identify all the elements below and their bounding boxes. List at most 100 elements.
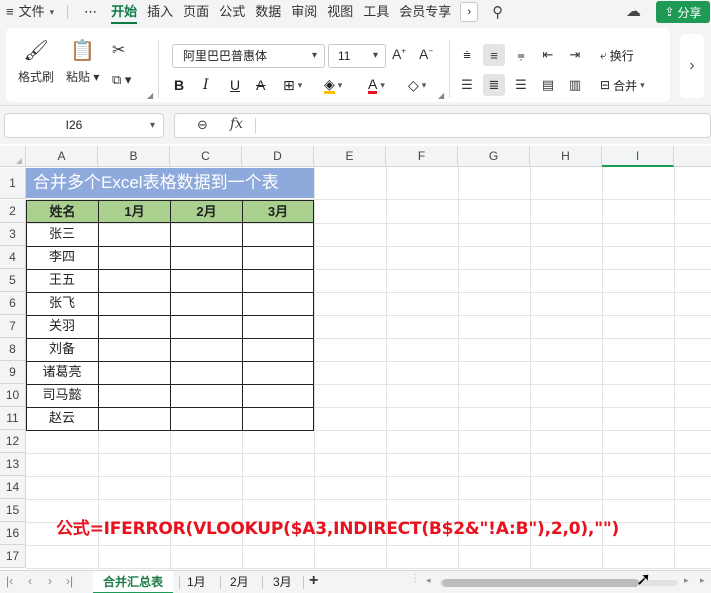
horizontal-scrollbar-thumb[interactable] <box>442 579 639 587</box>
row-header-7[interactable]: 7 <box>0 315 26 338</box>
sheet-tab-jan[interactable]: 1月 <box>177 571 216 593</box>
header-cell-jan[interactable]: 1月 <box>98 200 171 223</box>
clipboard-group-launcher-icon[interactable]: ◢ <box>147 91 153 100</box>
font-group-launcher-icon[interactable]: ◢ <box>438 91 444 100</box>
name-box[interactable]: I26 ▾ <box>4 113 164 138</box>
row-header-5[interactable]: 5 <box>0 269 26 292</box>
zoom-icon[interactable]: ⊖ <box>197 117 208 133</box>
font-name-select[interactable]: 阿里巴巴普惠体 ▾ <box>172 44 325 68</box>
last-sheet-icon[interactable]: ›| <box>66 574 73 588</box>
search-icon[interactable]: ⚲ <box>492 3 503 21</box>
tab-page[interactable]: 页面 <box>178 0 214 24</box>
tabs-more-button[interactable]: › <box>460 2 479 22</box>
align-left-icon[interactable]: ☰ <box>456 74 478 96</box>
sheet-tab-summary[interactable]: 合并汇总表 <box>93 571 174 593</box>
font-color-button[interactable]: A ▾ <box>368 74 385 96</box>
row-header-13[interactable]: 13 <box>0 453 26 476</box>
tab-tools[interactable]: 工具 <box>358 0 394 24</box>
file-menu[interactable]: ≡ 文件 ▾ <box>0 0 59 24</box>
name-cell[interactable]: 司马懿 <box>26 384 98 407</box>
decrease-indent-icon[interactable]: ⇤ <box>537 44 559 66</box>
tab-data[interactable]: 数据 <box>250 0 286 24</box>
row-header-14[interactable]: 14 <box>0 476 26 499</box>
select-all-button[interactable] <box>0 146 26 167</box>
prev-sheet-icon[interactable]: ‹ <box>28 574 32 588</box>
column-header-c[interactable]: C <box>170 146 242 167</box>
column-header-b[interactable]: B <box>98 146 170 167</box>
row-header-10[interactable]: 10 <box>0 384 26 407</box>
distributed-icon[interactable]: ▥ <box>564 74 586 96</box>
paste-button[interactable]: 📋 粘贴 ▾ <box>66 38 99 85</box>
decrease-font-icon[interactable]: A− <box>419 46 433 62</box>
row-header-12[interactable]: 12 <box>0 430 26 453</box>
italic-button[interactable]: I <box>203 74 209 96</box>
header-cell-feb[interactable]: 2月 <box>170 200 243 223</box>
row-header-6[interactable]: 6 <box>0 292 26 315</box>
align-middle-icon[interactable]: ≡ <box>483 44 505 66</box>
tab-member[interactable]: 会员专享 <box>394 0 456 24</box>
cloud-icon[interactable]: ☁ <box>626 2 641 20</box>
name-cell[interactable]: 王五 <box>26 269 98 292</box>
sheet-tab-mar[interactable]: 3月 <box>263 571 302 593</box>
wrap-text-button[interactable]: ⤶ 换行 <box>600 44 634 66</box>
function-icon[interactable]: fx <box>230 116 243 132</box>
row-header-9[interactable]: 9 <box>0 361 26 384</box>
fill-color-button[interactable]: ◈ ▾ <box>324 74 342 96</box>
name-cell[interactable]: 李四 <box>26 246 98 269</box>
next-sheet-icon[interactable]: › <box>48 574 52 588</box>
align-top-icon[interactable]: ⩧ <box>456 44 478 66</box>
row-header-3[interactable]: 3 <box>0 223 26 246</box>
bold-button[interactable]: B <box>174 74 184 96</box>
increase-indent-icon[interactable]: ⇥ <box>564 44 586 66</box>
name-cell[interactable]: 关羽 <box>26 315 98 338</box>
scroll-right-icon[interactable]: ▸ <box>684 575 689 586</box>
row-header-8[interactable]: 8 <box>0 338 26 361</box>
formula-input[interactable]: ⊖ fx <box>174 113 711 138</box>
column-header-d[interactable]: D <box>242 146 314 167</box>
column-header-f[interactable]: F <box>386 146 458 167</box>
name-cell[interactable]: 诸葛亮 <box>26 361 98 384</box>
tab-review[interactable]: 审阅 <box>286 0 322 24</box>
align-center-icon[interactable]: ≣ <box>483 74 505 96</box>
row-header-17[interactable]: 17 <box>0 545 26 568</box>
row-header-11[interactable]: 11 <box>0 407 26 430</box>
scroll-left-icon[interactable]: ◂ <box>426 575 431 586</box>
sheet-tab-feb[interactable]: 2月 <box>220 571 259 593</box>
column-header-a[interactable]: A <box>26 146 98 167</box>
clear-format-button[interactable]: ◇ ▾ <box>408 74 426 96</box>
spreadsheet-grid[interactable]: A B C D E F G H I 1 2 3 4 5 6 7 8 9 10 1… <box>0 146 711 570</box>
borders-button[interactable]: ⊞ ▾ <box>283 74 302 96</box>
scroll-end-icon[interactable]: ▸ <box>700 575 705 586</box>
name-cell[interactable]: 赵云 <box>26 407 98 430</box>
first-sheet-icon[interactable]: |‹ <box>6 574 13 588</box>
name-cell[interactable]: 刘备 <box>26 338 98 361</box>
header-cell-mar[interactable]: 3月 <box>242 200 314 223</box>
font-size-select[interactable]: 11 ▾ <box>328 44 386 68</box>
increase-font-icon[interactable]: A+ <box>392 46 406 62</box>
format-painter-button[interactable]: 🖌 格式刷 <box>18 38 54 85</box>
row-header-1[interactable]: 1 <box>0 168 26 199</box>
share-button[interactable]: ⇪ 分享 <box>656 1 710 23</box>
sheet-title-cell[interactable]: 合并多个Excel表格数据到一个表 <box>26 168 314 198</box>
ribbon-scroll-button[interactable]: › <box>680 34 704 98</box>
strikethrough-button[interactable]: A <box>256 74 265 96</box>
scissors-icon[interactable]: ✂ <box>112 40 125 60</box>
header-cell-name[interactable]: 姓名 <box>26 200 99 223</box>
tab-insert[interactable]: 插入 <box>142 0 178 24</box>
tab-home[interactable]: 开始 <box>106 0 142 24</box>
add-sheet-button[interactable]: + <box>309 572 318 590</box>
row-header-16[interactable]: 16 <box>0 522 26 545</box>
column-header-i[interactable]: I <box>602 146 674 167</box>
name-cell[interactable]: 张三 <box>26 223 98 246</box>
merge-button[interactable]: ⊟ 合并 ▾ <box>600 74 645 96</box>
column-header-e[interactable]: E <box>314 146 386 167</box>
column-header-g[interactable]: G <box>458 146 530 167</box>
copy-icon[interactable]: ⧉ ▾ <box>112 72 131 88</box>
row-header-4[interactable]: 4 <box>0 246 26 269</box>
align-right-icon[interactable]: ☰ <box>510 74 532 96</box>
row-header-2[interactable]: 2 <box>0 200 26 223</box>
underline-button[interactable]: U <box>230 74 240 96</box>
justify-icon[interactable]: ▤ <box>537 74 559 96</box>
column-header-h[interactable]: H <box>530 146 602 167</box>
more-menu-button[interactable]: ⋯ <box>76 4 106 20</box>
